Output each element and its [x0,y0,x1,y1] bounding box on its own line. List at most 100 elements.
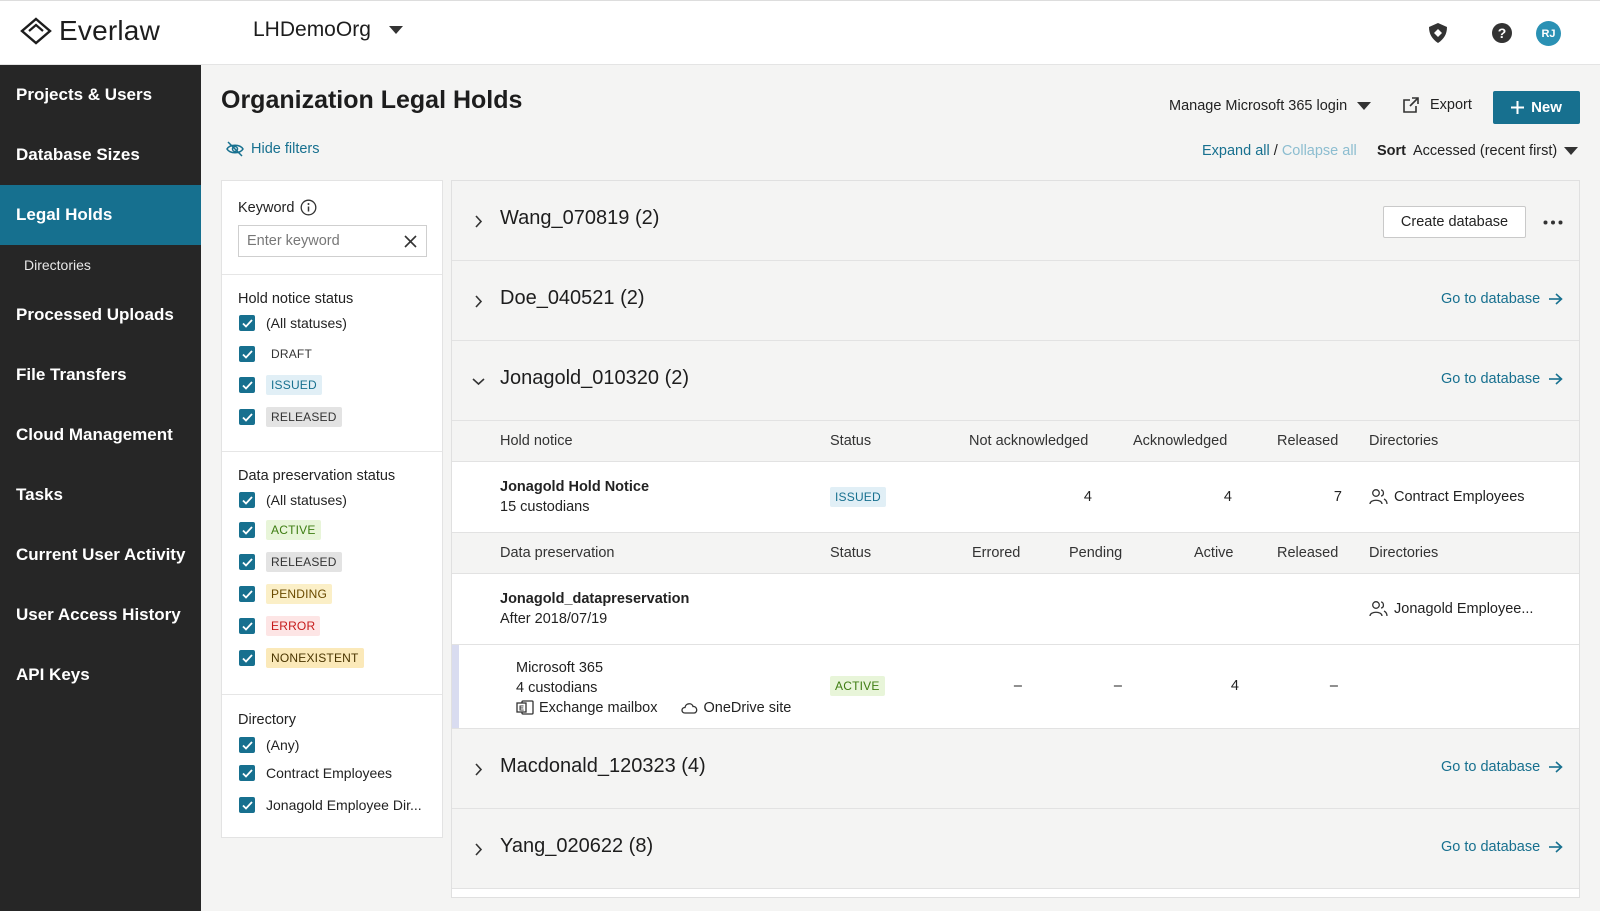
sidebar-item-projects-users[interactable]: Projects & Users [0,65,201,125]
legal-holds-list: Wang_070819 (2) Create database Doe_0405… [451,180,1580,898]
checkbox-checked-icon [239,346,255,362]
filter-dp-nonexistent[interactable]: NONEXISTENT [239,648,364,668]
filter-dp-error[interactable]: ERROR [239,616,321,636]
status-badge: ISSUED [830,487,886,507]
checkbox-checked-icon [239,315,255,331]
matter-row-yang[interactable]: Yang_020622 (8) Go to database [452,809,1579,889]
filter-option-label: Contract Employees [266,765,393,781]
hold-notice-name[interactable]: Jonagold Hold Notice [500,479,649,495]
filter-option-label: Jonagold Employee Dir... [266,797,422,813]
external-link-icon [1402,96,1420,114]
org-name: LHDemoOrg [253,18,371,41]
matter-row-macdonald[interactable]: Macdonald_120323 (4) Go to database [452,729,1579,809]
sidebar-item-user-access-history[interactable]: User Access History [0,585,201,645]
hide-filters-link[interactable]: Hide filters [225,141,320,157]
arrow-right-icon [1549,293,1563,305]
sidebar-item-file-transfers[interactable]: File Transfers [0,345,201,405]
matter-name: Wang_070819 (2) [500,207,660,229]
sidebar-item-database-sizes[interactable]: Database Sizes [0,125,201,185]
info-icon[interactable] [300,199,317,216]
matter-row-doe[interactable]: Doe_040521 (2) Go to database [452,261,1579,341]
logo-text: Everlaw [59,15,160,46]
org-switcher[interactable]: LHDemoOrg [253,18,403,42]
chevron-right-icon[interactable] [474,295,483,308]
filter-dir-any[interactable]: (Any) [239,737,299,753]
column-header: Active [1194,545,1234,561]
sidebar-item-tasks[interactable]: Tasks [0,465,201,525]
clear-icon[interactable] [404,235,417,248]
sidebar-item-api-keys[interactable]: API Keys [0,645,201,705]
column-header: Data preservation [500,545,615,561]
top-bar: Everlaw LHDemoOrg ? RJ [0,0,1600,65]
new-button[interactable]: New [1493,91,1580,124]
chevron-right-icon[interactable] [474,215,483,228]
arrow-right-icon [1549,841,1563,853]
source-row-microsoft365[interactable]: Microsoft 365 4 custodians E Exchange ma… [452,645,1579,729]
checkbox-checked-icon [239,797,255,813]
sidebar-item-cloud-management[interactable]: Cloud Management [0,405,201,465]
collapse-all-link[interactable]: Collapse all [1282,143,1357,159]
diamond-logo-icon [20,17,52,45]
filter-option-label: (All statuses) [266,315,347,331]
filter-dir-jonagold[interactable]: Jonagold Employee Dir... [239,797,422,813]
caret-down-icon [388,26,403,34]
column-header: Not acknowledged [969,433,1089,449]
go-to-database-link[interactable]: Go to database [1441,759,1563,775]
data-preservation-table-header: Data preservation Status Errored Pending… [452,533,1579,574]
released-count: – [1329,678,1338,694]
hold-notice-row[interactable]: Jonagold Hold Notice 15 custodians ISSUE… [452,462,1579,533]
divider [222,274,442,275]
help-icon[interactable]: ? [1490,21,1514,45]
keyword-input[interactable]: Enter keyword [238,225,427,257]
more-options-icon[interactable] [1539,208,1567,236]
hold-notice-custodians: 15 custodians [500,499,590,515]
go-to-database-link[interactable]: Go to database [1441,291,1563,307]
filter-hold-issued[interactable]: ISSUED [239,375,322,395]
expand-all-link[interactable]: Expand all [1202,143,1270,159]
source-type-label: Exchange mailbox [539,699,658,716]
filter-hold-released[interactable]: RELEASED [239,407,342,427]
filter-dir-contract-employees[interactable]: Contract Employees [239,765,392,781]
go-to-database-link[interactable]: Go to database [1441,371,1563,387]
sort-dropdown[interactable]: Sort Accessed (recent first) [1377,143,1579,159]
status-badge: RELEASED [266,407,342,427]
released-count: 7 [1333,489,1342,505]
acknowledged-count: 4 [1223,489,1232,505]
go-to-database-link[interactable]: Go to database [1441,839,1563,855]
matter-name: Yang_020622 (8) [500,835,654,857]
directory-cell[interactable]: Jonagold Employee... [1369,600,1533,617]
matter-row-wang[interactable]: Wang_070819 (2) Create database [452,181,1579,261]
shield-icon[interactable] [1427,21,1449,45]
filter-dp-active[interactable]: ACTIVE [239,520,321,540]
users-icon [1369,488,1388,505]
directory-cell[interactable]: Contract Employees [1369,488,1525,505]
svg-text:?: ? [1498,25,1507,41]
sidebar-item-current-user-activity[interactable]: Current User Activity [0,525,201,585]
data-preservation-name[interactable]: Jonagold_datapreservation [500,591,689,607]
sidebar-item-legal-holds[interactable]: Legal Holds [0,185,201,245]
matter-row-jonagold[interactable]: Jonagold_010320 (2) Go to database [452,341,1579,421]
hide-filters-label: Hide filters [251,141,320,157]
data-preservation-row[interactable]: Jonagold_datapreservation After 2018/07/… [452,574,1579,645]
filter-dp-released[interactable]: RELEASED [239,552,342,572]
create-database-button[interactable]: Create database [1383,206,1526,238]
checkbox-checked-icon [239,586,255,602]
filter-hold-draft[interactable]: DRAFT [239,344,317,364]
everlaw-logo[interactable]: Everlaw [20,15,160,47]
chevron-down-icon[interactable] [472,377,485,386]
chevron-right-icon[interactable] [474,763,483,776]
sidebar-item-processed-uploads[interactable]: Processed Uploads [0,285,201,345]
errored-count: – [1013,678,1022,694]
matter-name: Macdonald_120323 (4) [500,755,706,777]
chevron-right-icon[interactable] [474,843,483,856]
plus-icon [1511,101,1525,114]
matter-name: Jonagold_010320 (2) [500,367,690,389]
status-badge: ERROR [266,616,321,636]
filter-dp-pending[interactable]: PENDING [239,584,333,604]
filter-dp-all[interactable]: (All statuses) [239,492,347,508]
sidebar-item-directories[interactable]: Directories [0,245,201,285]
manage-ms365-dropdown[interactable]: Manage Microsoft 365 login [1169,98,1372,114]
filter-hold-all[interactable]: (All statuses) [239,315,347,331]
export-button[interactable]: Export [1402,96,1472,114]
user-avatar[interactable]: RJ [1536,21,1561,46]
